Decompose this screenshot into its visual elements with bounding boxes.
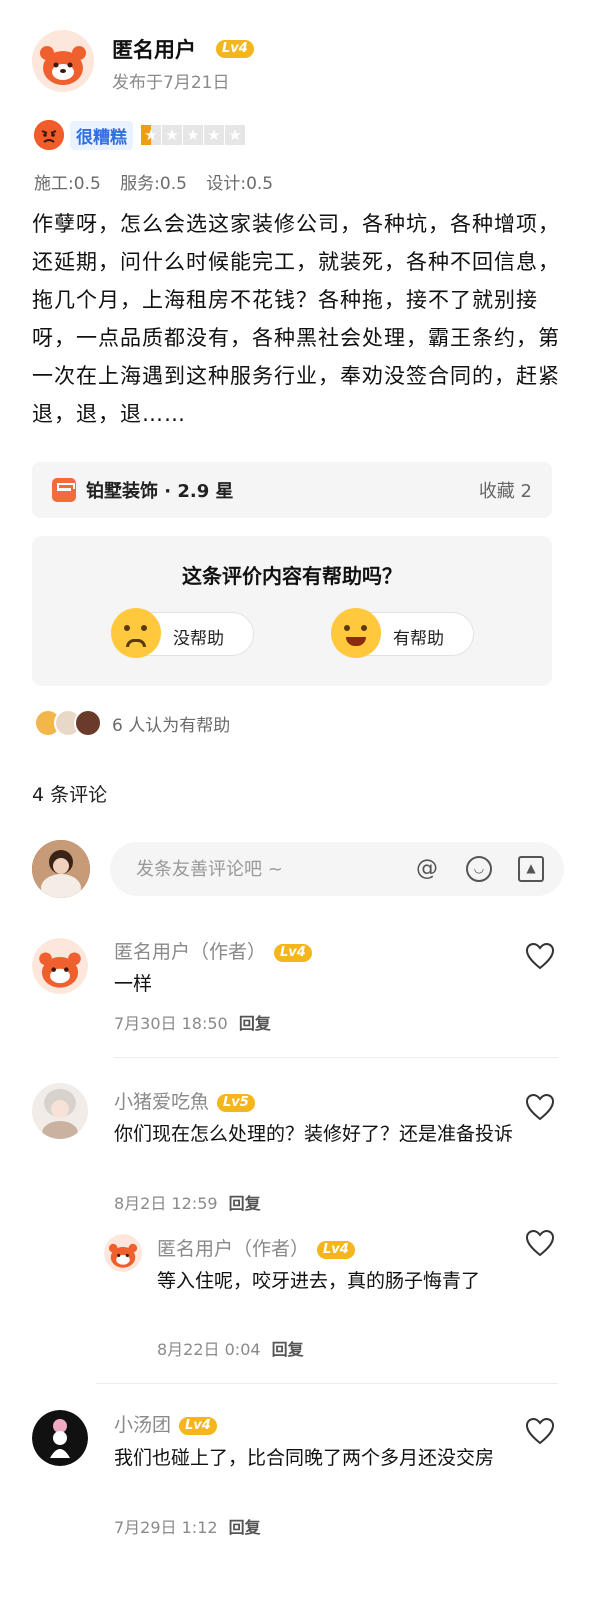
comment-time: 8月22日 0:04 [157, 1340, 261, 1359]
shop-name: 铂墅装饰 · 2.9 星 [86, 481, 234, 502]
comment-text: 等入住呢，咬牙进去，真的肠子悔青了 [157, 1270, 481, 1292]
comment-meta: 8月2日 12:59 回复 [114, 1190, 261, 1214]
emoji-icon[interactable]: ◡ [466, 856, 492, 882]
not-helpful-label: 没帮助 [173, 629, 224, 649]
commenter-name-text: 小猪爱吃魚 [114, 1091, 210, 1113]
commenter-avatar[interactable] [32, 1083, 88, 1139]
rating-row: 很糟糕 ★ ★ ★ ★ ★ [34, 120, 245, 150]
image-icon[interactable]: ▲ [518, 856, 544, 882]
comment-text: 一样 [114, 973, 153, 995]
comment-time: 7月29日 1:12 [114, 1518, 218, 1537]
commenter-name-text: 小汤团 [114, 1414, 172, 1436]
level-badge: Lv5 [217, 1093, 255, 1112]
comments-header: 4 条评论 [32, 784, 108, 806]
reply-button[interactable]: 回复 [239, 1014, 271, 1033]
heart-icon[interactable] [525, 942, 555, 970]
commenter-name[interactable]: 匿名用户（作者） Lv4 [157, 1234, 355, 1261]
star-icon: ★ [204, 125, 224, 145]
sad-face-icon [111, 608, 161, 658]
author-name[interactable]: 匿名用户 [112, 34, 196, 64]
score-design: 设计:0.5 [206, 174, 274, 194]
star-icon: ★ [141, 125, 161, 145]
comment-text: 我们也碰上了，比合同晚了两个多月还没交房 [114, 1447, 495, 1469]
comment-text: 你们现在怎么处理的？装修好了？还是准备投诉 [114, 1123, 514, 1145]
comment-input[interactable] [110, 842, 564, 896]
author-avatar[interactable] [32, 30, 94, 92]
angry-face-icon [34, 120, 64, 150]
level-badge: Lv4 [179, 1416, 217, 1435]
helpful-count: 6 人认为有帮助 [112, 715, 231, 736]
happy-face-icon [331, 608, 381, 658]
my-avatar [32, 840, 90, 898]
level-badge: Lv4 [317, 1240, 355, 1259]
review-body: 作孽呀，怎么会选这家装修公司，各种坑，各种增项，还延期，问什么时候能完工，就装死… [32, 212, 560, 426]
shop-icon [52, 478, 76, 502]
reply-button[interactable]: 回复 [272, 1340, 304, 1359]
post-date: 发布于7月21日 [112, 73, 230, 93]
heart-icon[interactable] [525, 1417, 555, 1445]
commenter-name-text: 匿名用户（作者） [114, 941, 267, 963]
star-icon: ★ [183, 125, 203, 145]
star-icon: ★ [225, 125, 245, 145]
helpful-users-row[interactable]: 6 人认为有帮助 [34, 708, 230, 738]
commenter-name[interactable]: 小猪爱吃魚 Lv5 [114, 1087, 255, 1114]
comment-time: 7月30日 18:50 [114, 1014, 228, 1033]
comment-meta: 7月29日 1:12 回复 [114, 1514, 261, 1538]
commenter-avatar[interactable] [32, 938, 88, 994]
commenter-name[interactable]: 匿名用户（作者） Lv4 [114, 937, 312, 964]
helpful-question: 这条评价内容有帮助吗？ [182, 564, 402, 588]
helpful-card: 这条评价内容有帮助吗？ 没帮助 有帮助 [32, 536, 552, 686]
level-badge: Lv4 [274, 943, 312, 962]
sub-scores: 施工:0.5 服务:0.5 设计:0.5 [34, 169, 287, 194]
reply-button[interactable]: 回复 [229, 1518, 261, 1537]
commenter-avatar[interactable] [104, 1234, 142, 1272]
star-rating: ★ ★ ★ ★ ★ [141, 125, 245, 145]
commenter-name-text: 匿名用户（作者） [157, 1238, 310, 1260]
helpful-label: 有帮助 [393, 629, 444, 649]
score-construction: 施工:0.5 [34, 174, 101, 194]
reply-button[interactable]: 回复 [229, 1194, 261, 1213]
star-icon: ★ [162, 125, 182, 145]
comment-time: 8月2日 12:59 [114, 1194, 218, 1213]
heart-icon[interactable] [525, 1093, 555, 1121]
divider [114, 1057, 558, 1058]
commenter-name[interactable]: 小汤团 Lv4 [114, 1410, 217, 1437]
avatar [74, 709, 102, 737]
comment-meta: 8月22日 0:04 回复 [157, 1336, 304, 1360]
mention-icon[interactable]: @ [414, 856, 440, 882]
divider [96, 1383, 558, 1384]
not-helpful-button[interactable]: 没帮助 [111, 608, 254, 658]
favorite-count: 收藏 2 [478, 481, 532, 502]
score-service: 服务:0.5 [120, 174, 187, 194]
heart-icon[interactable] [525, 1229, 555, 1257]
comment-meta: 7月30日 18:50 回复 [114, 1010, 271, 1034]
rating-label: 很糟糕 [70, 120, 133, 150]
shop-card[interactable]: 铂墅装饰 · 2.9 星 收藏 2 [32, 462, 552, 518]
commenter-avatar[interactable] [32, 1410, 88, 1466]
level-badge: Lv4 [216, 40, 254, 58]
helpful-button[interactable]: 有帮助 [331, 608, 474, 658]
